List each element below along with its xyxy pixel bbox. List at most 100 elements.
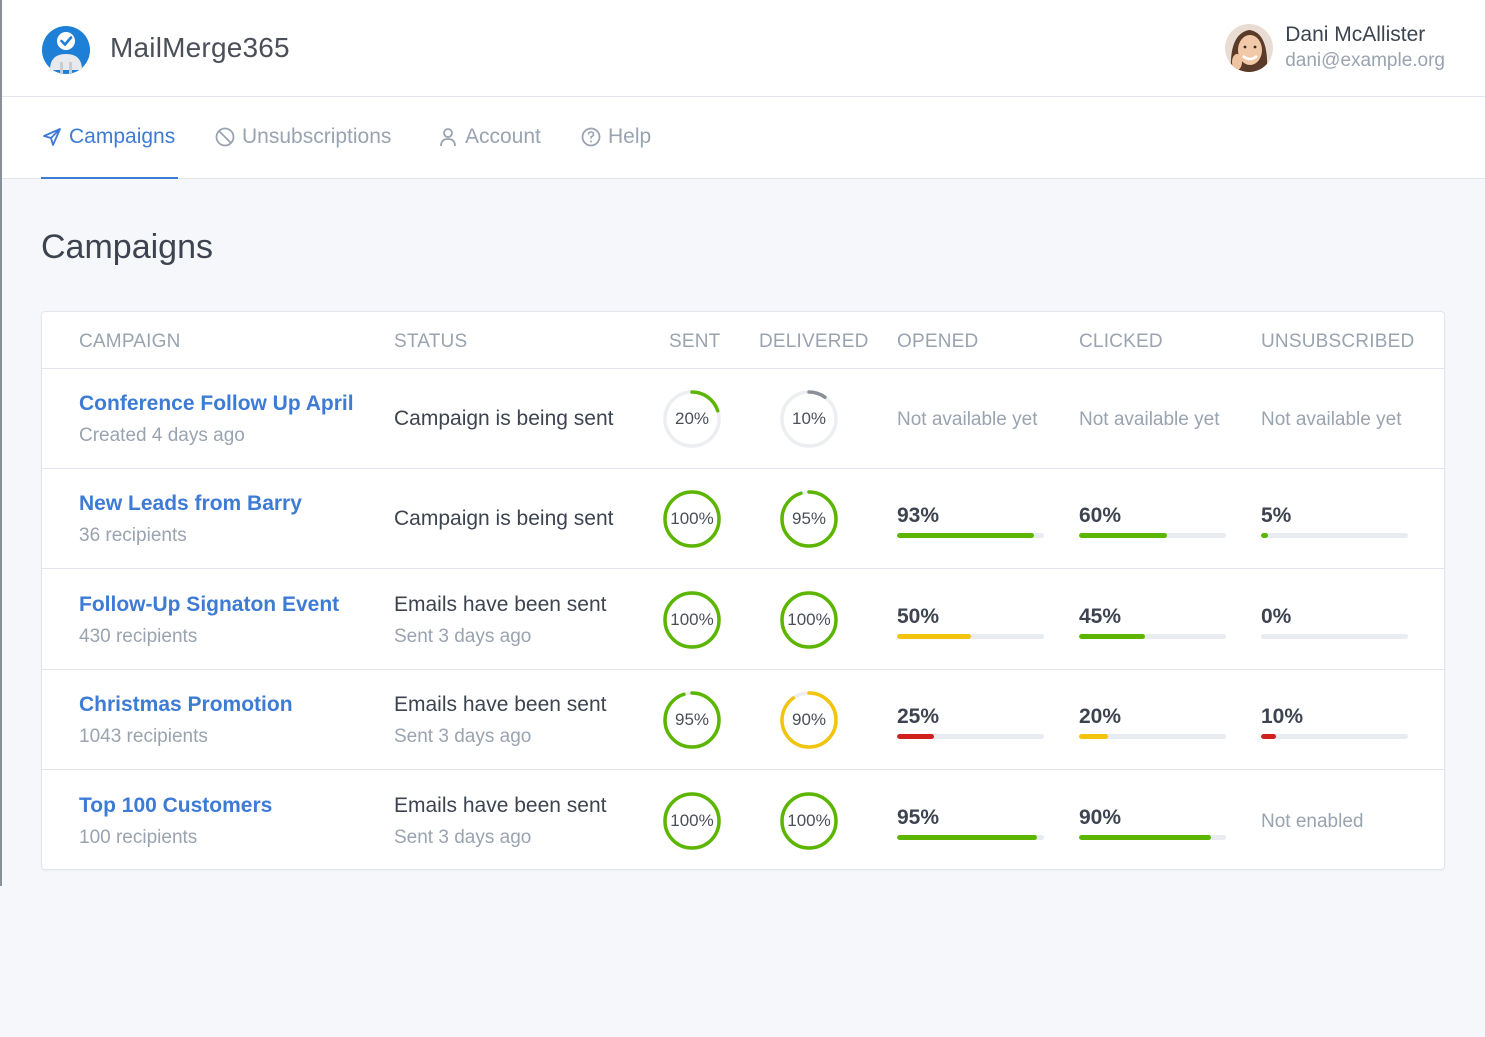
clicked-bar-fill xyxy=(1079,834,1212,840)
unsubscribed-unavailable: Not available yet xyxy=(1261,409,1402,430)
opened-metric: 93% xyxy=(897,504,1044,539)
header-opened: OPENED xyxy=(897,331,979,352)
page-title: Campaigns xyxy=(41,228,213,266)
opened-progress-bar xyxy=(897,633,1044,639)
campaign-meta: 100 recipients xyxy=(79,826,198,848)
campaign-meta: 36 recipients xyxy=(79,525,187,547)
delivered-percent: 10% xyxy=(791,409,827,428)
opened-metric: 25% xyxy=(897,705,1044,740)
opened-percent: 25% xyxy=(897,705,940,729)
app-logo-icon xyxy=(42,26,90,74)
delivered-progress-ring: 90% xyxy=(779,690,839,750)
opened-bar-fill xyxy=(897,533,1034,539)
campaign-meta: Created 4 days ago xyxy=(79,425,245,446)
table-row[interactable]: New Leads from Barry 36 recipients Campaig… xyxy=(42,469,1444,570)
campaign-name-link[interactable]: Follow-Up Signaton Event xyxy=(79,593,339,617)
tab-unsubscriptions-label: Unsubscriptions xyxy=(242,125,392,148)
table-row[interactable]: Top 100 Customers 100 recipients Emails ha… xyxy=(42,771,1444,871)
unsubscribed-percent: 10% xyxy=(1261,705,1304,729)
clicked-percent: 20% xyxy=(1079,705,1122,729)
clicked-progress-bar xyxy=(1079,533,1226,539)
campaigns-table: CAMPAIGN STATUS SENT DELIVERED OPENED CL… xyxy=(41,311,1445,870)
sent-percent: 100% xyxy=(670,509,714,529)
opened-metric: 95% xyxy=(897,806,1044,840)
clicked-metric: 20% xyxy=(1079,705,1226,740)
unsubscribed-bar-fill xyxy=(1261,734,1276,740)
status-text: Emails have been sent xyxy=(394,693,607,717)
delivered-percent: 95% xyxy=(791,509,827,529)
unsubscribed-bar-fill xyxy=(1261,533,1269,539)
tab-unsubscriptions[interactable]: Unsubscriptions xyxy=(214,125,391,149)
opened-bar-fill xyxy=(897,734,934,740)
campaign-meta: 430 recipients xyxy=(79,625,198,647)
status-subtext: Sent 3 days ago xyxy=(394,826,532,848)
opened-unavailable: Not available yet xyxy=(897,409,1038,430)
top-bar: MailMerge365 Dani McAllister dani@exampl… xyxy=(2,0,1485,97)
ban-icon xyxy=(215,127,235,147)
clicked-unavailable: Not available yet xyxy=(1079,409,1220,430)
table-row[interactable]: Christmas Promotion 1043 recipients Emails… xyxy=(42,670,1444,771)
status-text: Campaign is being sent xyxy=(394,507,614,531)
sent-progress-ring: 95% xyxy=(662,690,722,750)
delivered-progress-ring: 10% xyxy=(779,389,839,449)
status-subtext: Sent 3 days ago xyxy=(394,625,532,647)
clicked-metric: 90% xyxy=(1079,806,1226,840)
unsubscribed-progress-bar xyxy=(1261,633,1408,639)
user-menu[interactable]: Dani McAllister dani@example.org xyxy=(1225,22,1445,74)
unsubscribed-metric: 10% xyxy=(1261,705,1408,740)
sent-progress-ring: 20% xyxy=(662,389,722,449)
header-campaign: CAMPAIGN xyxy=(79,331,181,352)
campaign-meta: 1043 recipients xyxy=(79,726,208,748)
user-avatar-icon xyxy=(1225,24,1274,72)
opened-bar-fill xyxy=(897,633,971,639)
clicked-progress-bar xyxy=(1079,734,1226,740)
header-clicked: CLICKED xyxy=(1079,331,1163,352)
delivered-percent: 100% xyxy=(787,609,831,629)
tab-account[interactable]: Account xyxy=(437,125,541,149)
campaign-name-link[interactable]: Top 100 Customers xyxy=(79,794,272,818)
sent-percent: 100% xyxy=(670,609,714,629)
table-row[interactable]: Follow-Up Signaton Event 430 recipients Em… xyxy=(42,570,1444,670)
campaign-name-link[interactable]: Christmas Promotion xyxy=(79,693,293,717)
status-subtext: Sent 3 days ago xyxy=(394,726,532,748)
user-icon xyxy=(440,128,456,147)
unsubscribed-progress-bar xyxy=(1261,734,1408,740)
opened-progress-bar xyxy=(897,834,1044,840)
opened-percent: 50% xyxy=(897,604,940,628)
active-tab-indicator xyxy=(41,177,178,179)
clicked-percent: 45% xyxy=(1079,604,1122,628)
tab-help[interactable]: Help xyxy=(580,125,651,149)
unsubscribed-progress-bar xyxy=(1261,533,1408,539)
clicked-metric: 45% xyxy=(1079,605,1226,639)
tab-account-label: Account xyxy=(465,125,541,148)
clicked-bar-fill xyxy=(1079,734,1109,740)
main-nav: Campaigns Unsubscriptions Account Help xyxy=(2,97,1485,179)
clicked-progress-bar xyxy=(1079,834,1226,840)
user-email: dani@example.org xyxy=(1285,50,1445,71)
status-text: Emails have been sent xyxy=(394,592,607,616)
question-circle-icon xyxy=(581,127,601,147)
status-text: Campaign is being sent xyxy=(394,407,614,430)
unsubscribed-unavailable: Not enabled xyxy=(1261,810,1364,832)
sent-percent: 100% xyxy=(670,810,714,830)
delivered-progress-ring: 100% xyxy=(779,791,839,851)
avatar[interactable] xyxy=(1225,24,1274,72)
unsubscribed-metric: 0% xyxy=(1261,605,1408,639)
header-sent: SENT xyxy=(669,331,721,352)
opened-percent: 93% xyxy=(897,504,940,528)
clicked-progress-bar xyxy=(1079,633,1226,639)
campaign-name-link[interactable]: New Leads from Barry xyxy=(79,492,302,516)
clicked-percent: 60% xyxy=(1079,504,1122,528)
header-unsubscribed: UNSUBSCRIBED xyxy=(1261,331,1415,352)
unsubscribed-percent: 5% xyxy=(1261,504,1292,528)
delivered-progress-ring: 100% xyxy=(779,590,839,650)
tab-help-label: Help xyxy=(608,125,652,148)
campaign-name-link[interactable]: Conference Follow Up April xyxy=(79,392,354,416)
delivered-percent: 90% xyxy=(791,710,827,730)
opened-metric: 50% xyxy=(897,605,1044,639)
tab-campaigns[interactable]: Campaigns xyxy=(41,125,175,149)
sent-percent: 20% xyxy=(674,409,710,428)
delivered-percent: 100% xyxy=(787,810,831,830)
clicked-percent: 90% xyxy=(1079,805,1122,829)
table-row[interactable]: Conference Follow Up April Created 4 days… xyxy=(42,369,1444,469)
